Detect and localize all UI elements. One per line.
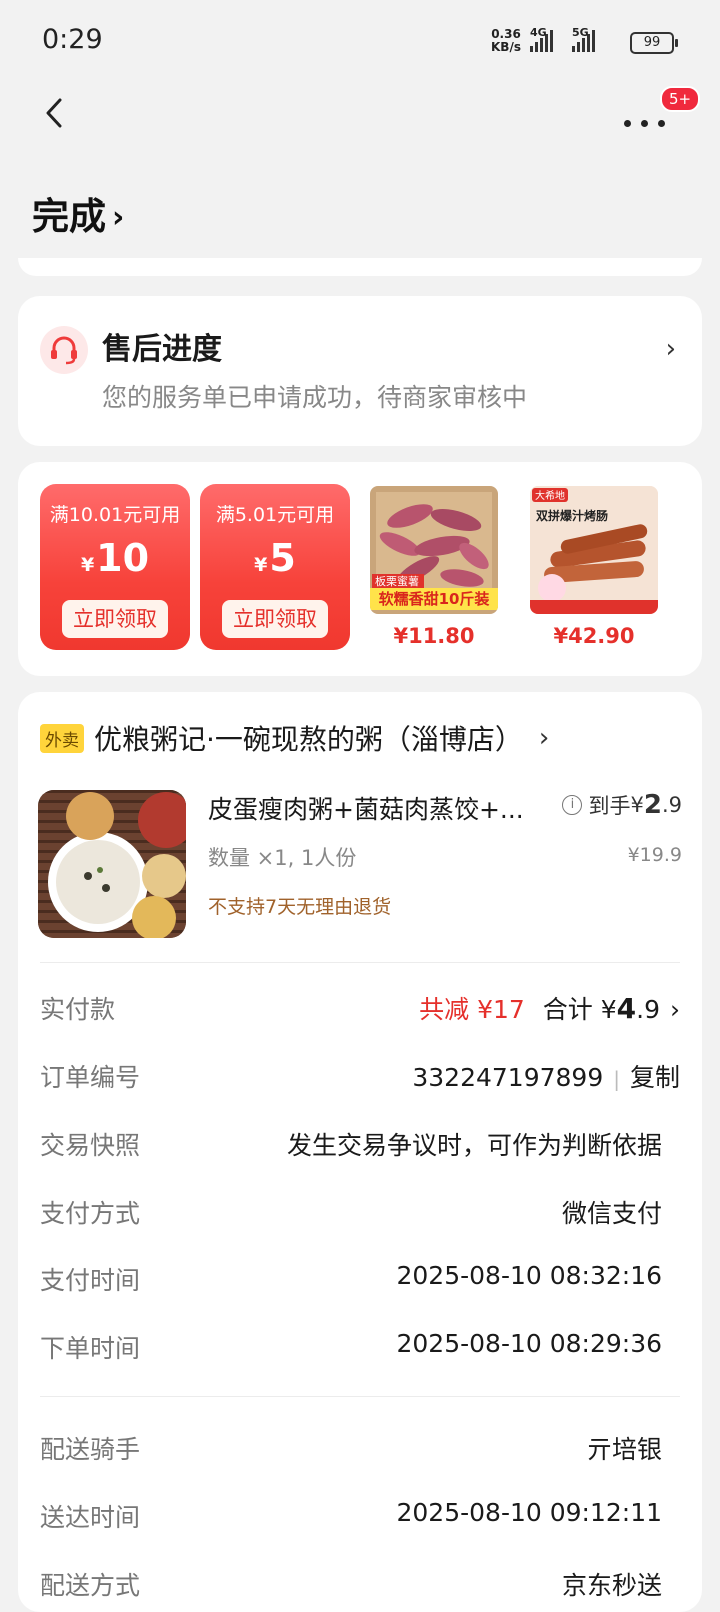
chevron-right-icon: › bbox=[538, 723, 550, 753]
item-name[interactable]: 皮蛋瘦肉粥+菌菇肉蒸饺+... bbox=[208, 790, 538, 826]
shop-header[interactable]: 外卖 优粮粥记·一碗现熬的粥（淄博店） › bbox=[40, 718, 549, 758]
battery-icon: 99 bbox=[630, 32, 678, 54]
rider-row: 配送骑手 亓培银 bbox=[40, 1435, 662, 1464]
payment-method-row: 支付方式 微信支付 bbox=[40, 1199, 662, 1228]
svg-text:大希地: 大希地 bbox=[535, 489, 565, 502]
more-dots-icon bbox=[624, 120, 665, 127]
svg-text:双拼爆汁烤肠: 双拼爆汁烤肠 bbox=[536, 508, 608, 523]
order-number-row: 订单编号 332247197899 | 复制 bbox=[40, 1063, 680, 1092]
copy-button[interactable]: 复制 bbox=[630, 1063, 680, 1092]
sweet-potato-image: 板栗蜜薯 软糯香甜10斤装 bbox=[370, 486, 498, 614]
back-arrow-icon[interactable] bbox=[38, 96, 72, 130]
delivered-time-row: 送达时间 2025-08-10 09:12:11 bbox=[40, 1498, 662, 1532]
after-sales-title: 售后进度 bbox=[102, 332, 222, 367]
takeout-tag: 外卖 bbox=[40, 723, 84, 753]
item-original-price: ¥19.9 bbox=[627, 844, 682, 866]
divider bbox=[40, 962, 680, 963]
clock: 0:29 bbox=[42, 24, 103, 55]
signal-4g-icon: 4G bbox=[530, 26, 553, 52]
shop-name: 优粮粥记·一碗现熬的粥（淄博店） bbox=[94, 723, 523, 756]
coupon-10[interactable]: 满10.01元可用 ¥10 立即领取 bbox=[40, 484, 190, 650]
congee-image[interactable] bbox=[38, 790, 186, 938]
order-status-title[interactable]: 完成 › bbox=[32, 186, 124, 240]
total-reduction: 共减 ¥17 bbox=[419, 995, 525, 1024]
claim-coupon-button[interactable]: 立即领取 bbox=[62, 600, 168, 638]
after-sales-card[interactable]: 售后进度 您的服务单已申请成功，待商家审核中 › bbox=[18, 296, 702, 446]
payment-time-row: 支付时间 2025-08-10 08:32:16 bbox=[40, 1261, 662, 1295]
network-speed: 0.36 KB/s bbox=[491, 27, 521, 54]
item-final-price: i 到手 ¥2.9 bbox=[562, 790, 682, 820]
info-icon[interactable]: i bbox=[562, 795, 583, 815]
order-number: 332247197899 bbox=[412, 1063, 604, 1092]
order-card: 外卖 优粮粥记·一碗现熬的粥（淄博店） › 皮蛋瘦肉粥+菌菇肉蒸饺+... i … bbox=[18, 692, 702, 1612]
product-price: ¥11.80 bbox=[393, 624, 475, 648]
after-sales-subtitle: 您的服务单已申请成功，待商家审核中 bbox=[102, 383, 528, 412]
order-time-row: 下单时间 2025-08-10 08:29:36 bbox=[40, 1329, 662, 1363]
divider bbox=[40, 1396, 680, 1397]
signal-5g-icon: 5G bbox=[572, 26, 595, 52]
snapshot-row[interactable]: 交易快照 发生交易争议时，可作为判断依据 bbox=[40, 1126, 680, 1166]
collapsed-card bbox=[18, 258, 702, 276]
product-sausage[interactable]: 大希地 双拼爆汁烤肠 ¥42.90 bbox=[530, 486, 658, 648]
claim-coupon-button[interactable]: 立即领取 bbox=[222, 600, 328, 638]
sausage-image: 大希地 双拼爆汁烤肠 bbox=[530, 486, 658, 614]
svg-text:软糯香甜10斤装: 软糯香甜10斤装 bbox=[379, 590, 491, 608]
paid-amount-row[interactable]: 实付款 共减 ¥17 合计 ¥4.9 › bbox=[40, 990, 680, 1030]
chevron-right-icon: › bbox=[112, 200, 125, 235]
coupon-5[interactable]: 满5.01元可用 ¥5 立即领取 bbox=[200, 484, 350, 650]
promo-card: 满10.01元可用 ¥10 立即领取 满5.01元可用 ¥5 立即领取 板栗蜜薯… bbox=[18, 462, 702, 676]
chevron-right-icon: › bbox=[665, 334, 676, 364]
total-amount: 合计 ¥4.9 bbox=[542, 992, 660, 1025]
message-badge: 5+ bbox=[660, 86, 701, 112]
delivery-method-row: 配送方式 京东秒送 bbox=[40, 1571, 662, 1600]
status-bar: 0:29 0.36 KB/s 4G 5G 99 bbox=[0, 0, 720, 84]
customer-service-icon bbox=[40, 326, 88, 374]
product-sweet-potato[interactable]: 板栗蜜薯 软糯香甜10斤装 ¥11.80 bbox=[370, 486, 498, 648]
item-quantity: 数量 ×1, 1人份 bbox=[208, 846, 357, 870]
svg-text:板栗蜜薯: 板栗蜜薯 bbox=[375, 574, 419, 588]
chevron-right-icon: › bbox=[670, 995, 680, 1024]
return-policy-note: 不支持7天无理由退货 bbox=[208, 896, 392, 918]
product-price: ¥42.90 bbox=[553, 624, 635, 648]
